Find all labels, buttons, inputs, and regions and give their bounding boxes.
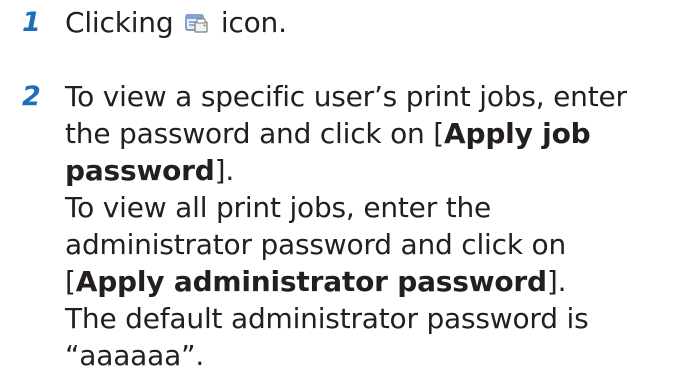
button-name-apply-job-password: Apply job bbox=[444, 117, 591, 150]
text-fragment: [ bbox=[65, 265, 76, 298]
job-list-icon bbox=[184, 7, 210, 33]
text-line: [Apply administrator password]. bbox=[65, 263, 665, 300]
text-after-icon: icon. bbox=[220, 6, 287, 39]
text-line: To view a specific user’s print jobs, en… bbox=[65, 80, 627, 113]
step-text: Clicking icon. bbox=[65, 4, 665, 41]
step-number: 2 bbox=[22, 81, 41, 112]
text-line: password]. bbox=[65, 152, 665, 189]
step-text: To view a specific user’s print jobs, en… bbox=[65, 78, 665, 374]
text-line: the password and click on [Apply job bbox=[65, 115, 665, 152]
step-number: 1 bbox=[22, 7, 41, 38]
step-1-line: Clicking icon. bbox=[65, 4, 665, 41]
text-line: To view all print jobs, enter the bbox=[65, 191, 492, 224]
text-line: administrator password and click on bbox=[65, 228, 567, 261]
text-line: The default administrator password is bbox=[65, 302, 589, 335]
text-before-icon: Clicking bbox=[65, 6, 174, 39]
text-line: “aaaaaa”. bbox=[65, 339, 205, 372]
button-name-apply-job-password: password bbox=[65, 154, 215, 187]
text-fragment: ]. bbox=[214, 154, 235, 187]
text-fragment: ]. bbox=[546, 265, 567, 298]
button-name-apply-administrator-password: Apply administrator password bbox=[75, 265, 547, 298]
text-fragment: the password and click on [ bbox=[65, 117, 445, 150]
